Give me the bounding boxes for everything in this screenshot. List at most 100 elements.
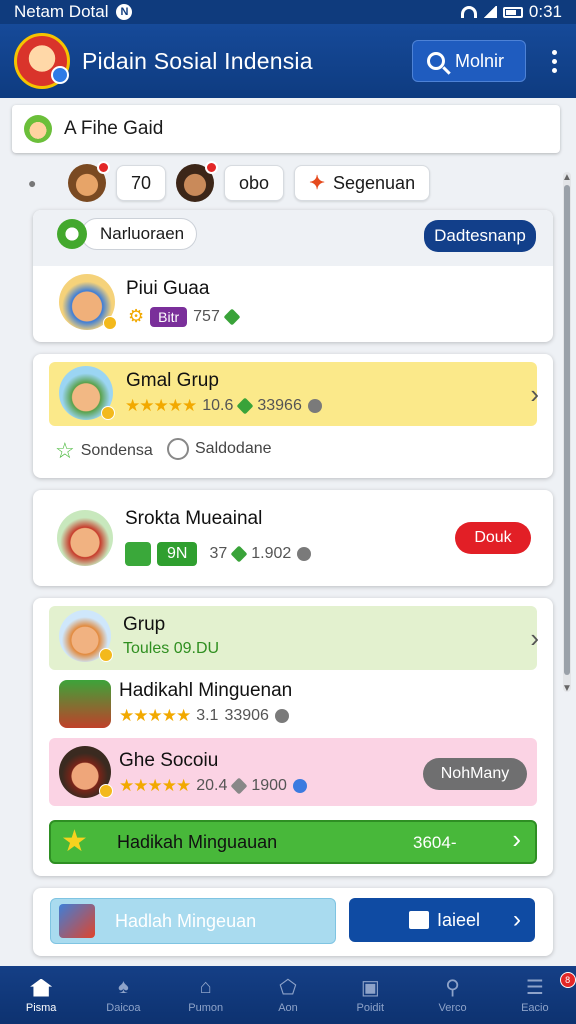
score-text: 37: [209, 545, 228, 562]
status-bar: Netam Dotal N 0:31: [0, 0, 576, 24]
group-icon: [57, 219, 87, 249]
user-avatar[interactable]: [59, 274, 117, 330]
user-name: Piui Guaa: [126, 278, 210, 299]
user-meta: 9N 37 1.902: [125, 542, 312, 566]
people-icon[interactable]: ●: [28, 175, 44, 191]
chevron-right-icon[interactable]: ›: [530, 623, 539, 654]
search-icon: [427, 52, 445, 70]
filter-text: A Fihe Gaid: [64, 118, 164, 139]
nav-item-friends[interactable]: ♠ Daicoa: [82, 966, 164, 1024]
nav-item-home[interactable]: Pisma: [0, 966, 82, 1024]
card-actions: Hadlah Mingeuan Iaieel ›: [33, 888, 553, 956]
gem-icon: [230, 545, 248, 563]
obo-chip[interactable]: obo: [224, 165, 285, 201]
group-name: Grup: [123, 614, 166, 635]
notification-dot: [97, 161, 110, 174]
weekly-gift-value: 3604-: [413, 833, 457, 852]
user-avatar[interactable]: [57, 510, 113, 566]
nav-label: Poidit: [356, 1001, 385, 1014]
footer-b-label: Saldodane: [195, 440, 272, 457]
face-icon: [292, 779, 307, 793]
gift-action-label: Hadlah Mingeuan: [115, 910, 257, 931]
member-count: 1.902: [251, 545, 292, 562]
segment-chip-label: Segenuan: [333, 172, 416, 193]
scrollbar-thumb[interactable]: [564, 185, 570, 675]
app-bar: Pidain Sosial Indensia Molnir: [0, 24, 576, 98]
chevron-right-icon: ›: [512, 824, 521, 854]
nav-label: Aon: [278, 1001, 298, 1014]
item-name: Ghe Socoiu: [119, 750, 219, 771]
nav-label: Verco: [438, 1001, 467, 1014]
card-srokta: Srokta Mueainal 9N 37 1.902 Douk: [33, 490, 553, 586]
group-avatar[interactable]: [59, 610, 113, 662]
wifi-icon: [460, 6, 477, 18]
weekly-gift-label: Hadikah Minguauan: [117, 832, 278, 852]
nav-item-search[interactable]: ⚲ Verco: [411, 966, 493, 1024]
member-count: 33906: [224, 707, 269, 724]
nav-item-add[interactable]: ⬠ Aon: [247, 966, 329, 1024]
nav-label: Eacio: [521, 1001, 549, 1014]
rating-value: 10.6: [202, 397, 234, 414]
card-piui: Narluoraen Dadtesnanp Piui Guaa ⚙ Bitr 7…: [33, 210, 553, 342]
sun-icon: ⚙: [128, 306, 145, 326]
footer-link-b[interactable]: Saldodane: [167, 438, 272, 460]
nav-item-posts[interactable]: ▣ Poidit: [329, 966, 411, 1024]
obo-chip-label: obo: [239, 172, 270, 193]
nav-item-menu[interactable]: ☰ Eacio 8: [494, 966, 576, 1024]
group-avatar[interactable]: [59, 366, 115, 420]
card-group-list: Grup Toules 09.DU › Hadikahl Minguenan ★…: [33, 598, 553, 876]
card-gmal: Gmal Grup ★★★★★ 10.6 33966 › ☆ Sondensa …: [33, 354, 553, 478]
scroll-down-icon[interactable]: ▼: [562, 683, 572, 694]
nav-item-groups[interactable]: ⌂ Pumon: [165, 966, 247, 1024]
notification-dot: [205, 161, 219, 174]
user-avatar[interactable]: [59, 746, 113, 798]
details-button[interactable]: Dadtesnanp: [424, 220, 536, 252]
more-button[interactable]: NohMany: [423, 758, 527, 790]
count-chip[interactable]: 70: [116, 165, 167, 201]
segment-chip[interactable]: ✦ Segenuan: [294, 165, 431, 201]
filter-bar[interactable]: A Fihe Gaid: [12, 105, 560, 153]
friends-icon: ♠: [118, 976, 129, 998]
tag-badge: Bitr: [150, 306, 188, 327]
rating-value: 3.1: [196, 707, 219, 724]
more-menu-icon[interactable]: [546, 49, 562, 73]
gem-icon: [230, 777, 248, 795]
edit-icon: [409, 911, 429, 929]
nav-label: Daicoa: [106, 1001, 141, 1014]
gem-icon: [223, 308, 241, 325]
scroll-up-icon[interactable]: ▲: [562, 172, 572, 183]
rating-stars: ★★★★★: [119, 776, 191, 795]
face-icon: [307, 399, 322, 413]
battery-icon: [502, 6, 523, 18]
friend-avatar[interactable]: [176, 161, 219, 202]
group-label: Narluoraen: [81, 218, 198, 250]
join-button[interactable]: Douk: [455, 522, 531, 554]
app-title: Pidain Sosial Indensia: [82, 47, 313, 74]
menu-icon: ☰: [525, 977, 544, 999]
friend-avatar[interactable]: [68, 161, 110, 202]
chevron-right-icon: ›: [513, 906, 521, 933]
coin-icon: [99, 648, 113, 662]
gift-icon: [59, 680, 111, 728]
primary-action-label: Iaieel: [437, 909, 481, 930]
highlight-row[interactable]: [49, 362, 537, 426]
search-button[interactable]: Molnir: [412, 40, 526, 82]
member-count: 1900: [251, 777, 287, 794]
chip-row: ● 70 obo ✦ Segenuan: [0, 160, 560, 206]
search-button-label: Molnir: [455, 50, 505, 71]
coin-icon: [101, 406, 115, 420]
footer-link-a[interactable]: ☆ Sondensa: [55, 438, 153, 464]
chevron-right-icon[interactable]: ›: [530, 379, 539, 410]
user-meta: ⚙ Bitr 757: [128, 306, 241, 327]
app-logo[interactable]: [14, 33, 70, 89]
primary-action-button[interactable]: Iaieel ›: [349, 898, 535, 942]
footer-a-label: Sondensa: [80, 442, 153, 459]
picture-icon: ▣: [360, 977, 380, 999]
face-icon: [274, 709, 289, 723]
group-chip[interactable]: Narluoraen: [57, 218, 198, 250]
item-name: Hadikahl Minguenan: [119, 680, 293, 701]
carrier-text: Netam Dotal: [14, 2, 109, 21]
rating-value: 20.4: [196, 777, 228, 794]
gift-action-button[interactable]: Hadlah Mingeuan: [50, 898, 336, 944]
member-count: 33966: [257, 397, 302, 414]
